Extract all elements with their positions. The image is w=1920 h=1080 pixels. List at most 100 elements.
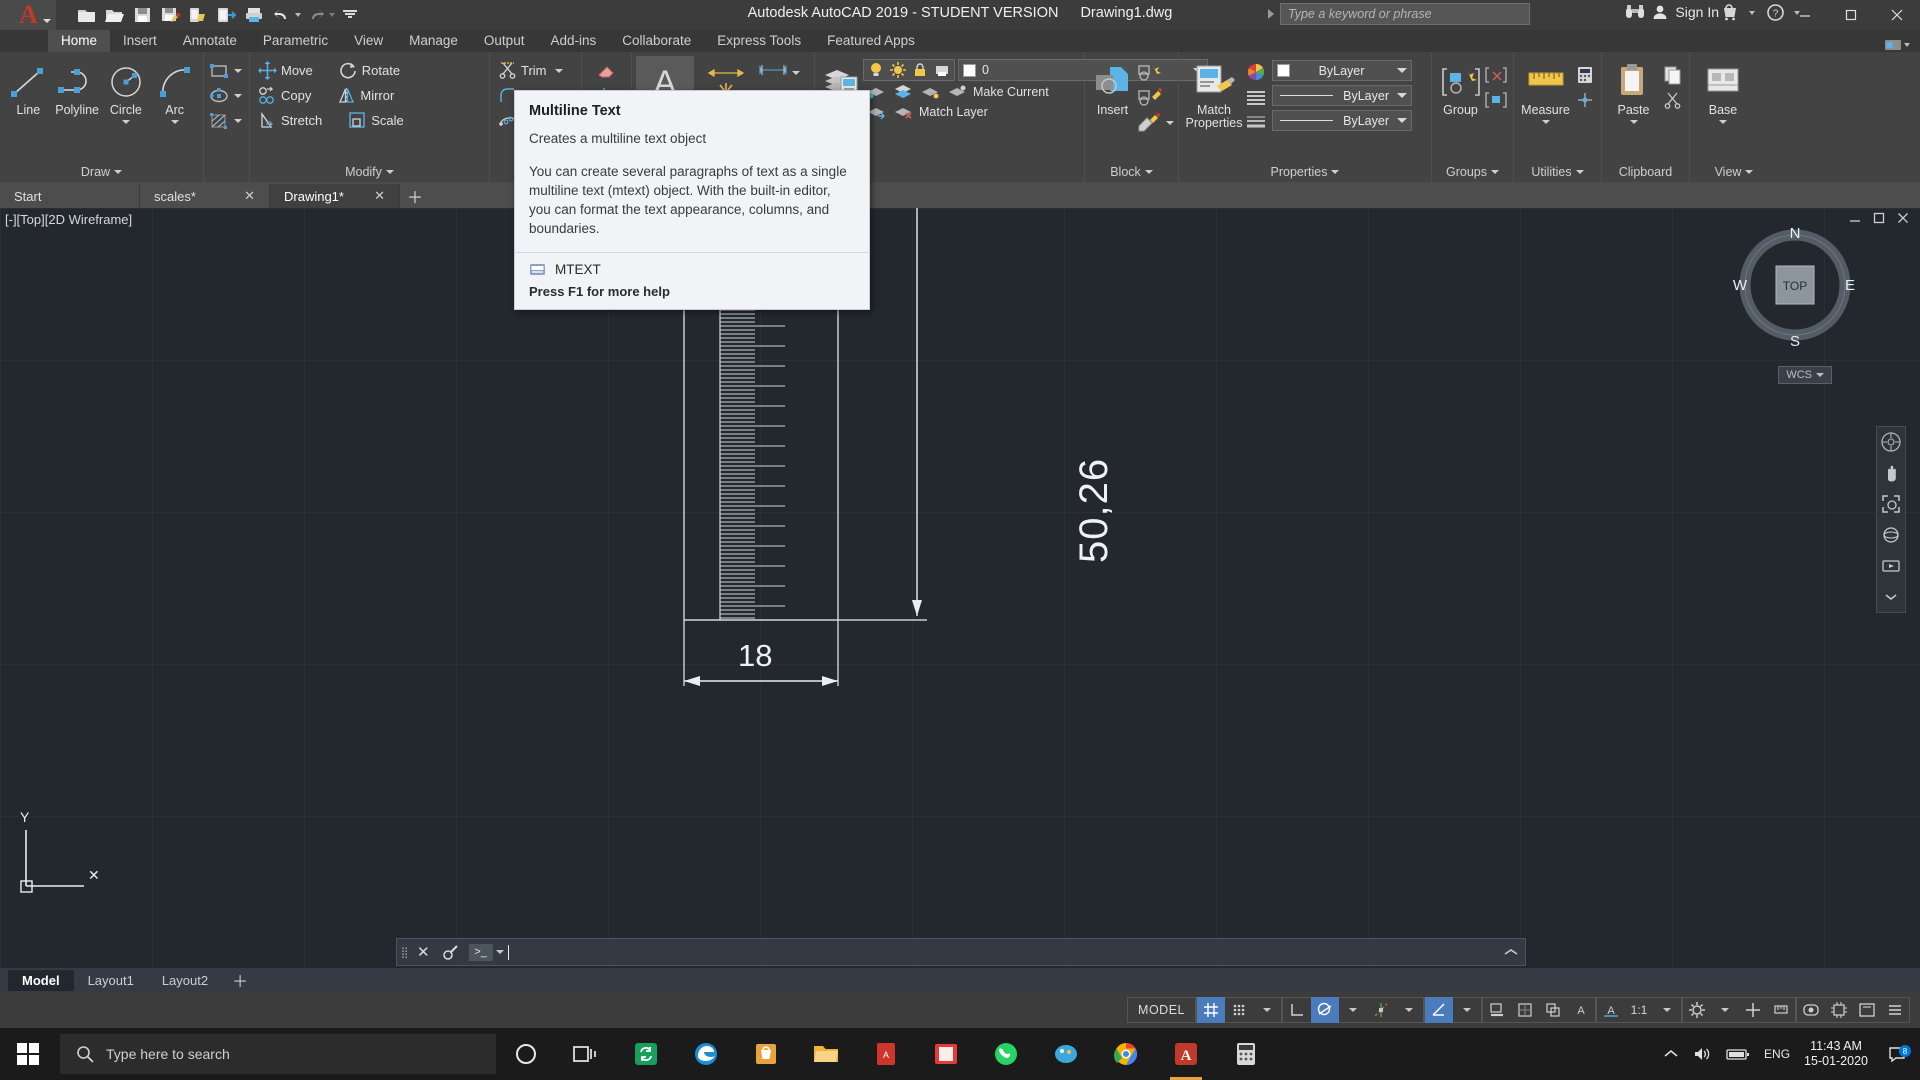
modify-erase-button[interactable] [596, 58, 618, 83]
plot-icon[interactable] [241, 2, 267, 28]
pan-hand-icon[interactable] [1879, 462, 1903, 484]
panel-display-dropdown-icon[interactable] [1904, 43, 1910, 47]
tab-express-tools[interactable]: Express Tools [704, 30, 814, 52]
layout-tab-layout2[interactable]: Layout2 [148, 970, 222, 991]
tab-manage[interactable]: Manage [396, 30, 471, 52]
osnap-icon[interactable] [1425, 997, 1453, 1023]
block-insert-button[interactable]: Insert [1089, 56, 1136, 117]
chrome-icon[interactable] [1096, 1028, 1156, 1080]
redo-dropdown-icon[interactable] [329, 13, 335, 17]
panel-expand-icon[interactable] [1144, 170, 1153, 174]
plot-preview-icon[interactable] [185, 2, 211, 28]
steering-wheel-icon[interactable] [1879, 431, 1903, 453]
draw-rectangle-dropdown-icon[interactable] [234, 68, 242, 73]
undo-icon[interactable] [269, 2, 295, 28]
osnap-dropdown-icon[interactable] [1453, 997, 1481, 1023]
language-indicator[interactable]: ENG [1764, 1047, 1790, 1061]
minimize-button[interactable] [1782, 0, 1828, 30]
chevron-down-icon[interactable] [1397, 118, 1407, 123]
command-line-settings-icon[interactable] [436, 944, 465, 961]
annotation-scale-dropdown-icon[interactable] [1653, 997, 1681, 1023]
make-current-label[interactable]: Make Current [973, 85, 1049, 99]
binoculars-icon[interactable] [1625, 4, 1645, 20]
showmotion-icon[interactable] [1879, 555, 1903, 577]
file-tab-drawing1[interactable]: Drawing1* ✕ [270, 184, 400, 208]
lineweight-icon[interactable] [1245, 112, 1267, 132]
pdf-reader-icon[interactable]: A [856, 1028, 916, 1080]
hardware-acceleration-icon[interactable] [1825, 997, 1853, 1023]
paint3d-icon[interactable] [1036, 1028, 1096, 1080]
chevron-down-icon[interactable] [1397, 68, 1407, 73]
command-line-close-icon[interactable]: ✕ [411, 943, 436, 961]
base-view-dropdown-icon[interactable] [1719, 120, 1727, 124]
edge-icon[interactable] [676, 1028, 736, 1080]
save-icon[interactable] [129, 2, 155, 28]
linetype-icon[interactable] [1245, 87, 1267, 107]
chevron-down-icon[interactable] [1397, 93, 1407, 98]
modify-copy-button[interactable]: Copy [254, 83, 315, 108]
calculator-icon[interactable] [1216, 1028, 1276, 1080]
color-dropdown[interactable]: ByLayer [1272, 60, 1412, 81]
layer-freeze-icon[interactable] [888, 61, 908, 79]
draw-hatch-dropdown-icon[interactable] [234, 118, 242, 123]
isolate-objects-icon[interactable] [1797, 997, 1825, 1023]
orbit-icon[interactable] [1879, 524, 1903, 546]
panel-expand-icon[interactable] [1745, 170, 1754, 174]
draw-ellipse-button[interactable] [208, 83, 242, 108]
notifications-icon[interactable]: 8 [1882, 1045, 1912, 1063]
measure-button[interactable]: Measure [1518, 56, 1573, 124]
draw-ellipse-dropdown-icon[interactable] [234, 93, 242, 98]
command-line[interactable]: ⣿ ✕ >_ [396, 938, 1526, 966]
close-icon[interactable]: ✕ [374, 188, 385, 204]
restore-button[interactable] [1828, 0, 1874, 30]
polar-tracking-icon[interactable] [1311, 997, 1339, 1023]
layer-plot-icon[interactable] [932, 61, 952, 79]
open-icon[interactable] [101, 2, 127, 28]
panel-display-icon[interactable] [1884, 38, 1902, 52]
grid-display-icon[interactable] [1197, 997, 1225, 1023]
search-expand-icon[interactable] [1268, 9, 1274, 19]
autodesk-app-store-icon[interactable] [1719, 4, 1739, 21]
panel-expand-icon[interactable] [1575, 170, 1584, 174]
annotation-leader-button[interactable] [758, 60, 800, 85]
view-cube[interactable]: TOP N S E W [1730, 220, 1860, 350]
modify-rotate-button[interactable]: Rotate [335, 58, 404, 83]
draw-polyline-button[interactable]: Polyline [53, 56, 102, 117]
draw-rectangle-button[interactable] [208, 58, 242, 83]
store-icon[interactable] [736, 1028, 796, 1080]
new-file-tab-button[interactable]: ＋ [400, 184, 430, 208]
tab-parametric[interactable]: Parametric [250, 30, 341, 52]
snap-mode-icon[interactable] [1225, 997, 1253, 1023]
tab-home[interactable]: Home [48, 30, 111, 52]
units-icon[interactable] [1767, 997, 1795, 1023]
point-style-button[interactable] [1573, 87, 1597, 112]
publish-icon[interactable] [213, 2, 239, 28]
tab-output[interactable]: Output [471, 30, 538, 52]
block-create-button[interactable] [1136, 60, 1174, 85]
object-snap-tracking-dropdown-icon[interactable] [1395, 997, 1423, 1023]
match-layer-label[interactable]: Match Layer [919, 105, 988, 119]
modify-move-button[interactable]: Move [254, 58, 317, 83]
workspace-switch-area[interactable] [1884, 38, 1920, 52]
paste-dropdown-icon[interactable] [1629, 120, 1638, 124]
block-edit-button[interactable] [1136, 85, 1174, 110]
polar-tracking-dropdown-icon[interactable] [1339, 997, 1367, 1023]
viewport-close-button[interactable] [1897, 212, 1910, 225]
tab-featured-apps[interactable]: Featured Apps [814, 30, 928, 52]
cortana-icon[interactable] [496, 1028, 556, 1080]
quick-calc-button[interactable] [1573, 62, 1597, 87]
object-snap-tracking-icon[interactable] [1367, 997, 1395, 1023]
file-sync-icon[interactable] [616, 1028, 676, 1080]
color-wheel-icon[interactable] [1245, 62, 1267, 82]
store-dropdown-icon[interactable] [1749, 10, 1755, 15]
group-edit-button[interactable] [1485, 87, 1509, 112]
panel-expand-icon[interactable] [385, 170, 394, 174]
autocad-icon[interactable]: A [1156, 1028, 1216, 1080]
cut-clip-button[interactable] [1661, 87, 1685, 112]
tab-add-ins[interactable]: Add-ins [537, 30, 609, 52]
whatsapp-icon[interactable] [976, 1028, 1036, 1080]
task-view-icon[interactable] [556, 1028, 616, 1080]
chevron-down-icon[interactable] [1816, 373, 1824, 377]
command-history-expand-icon[interactable] [1497, 948, 1525, 957]
modify-trim-button[interactable]: Trim [494, 58, 551, 83]
